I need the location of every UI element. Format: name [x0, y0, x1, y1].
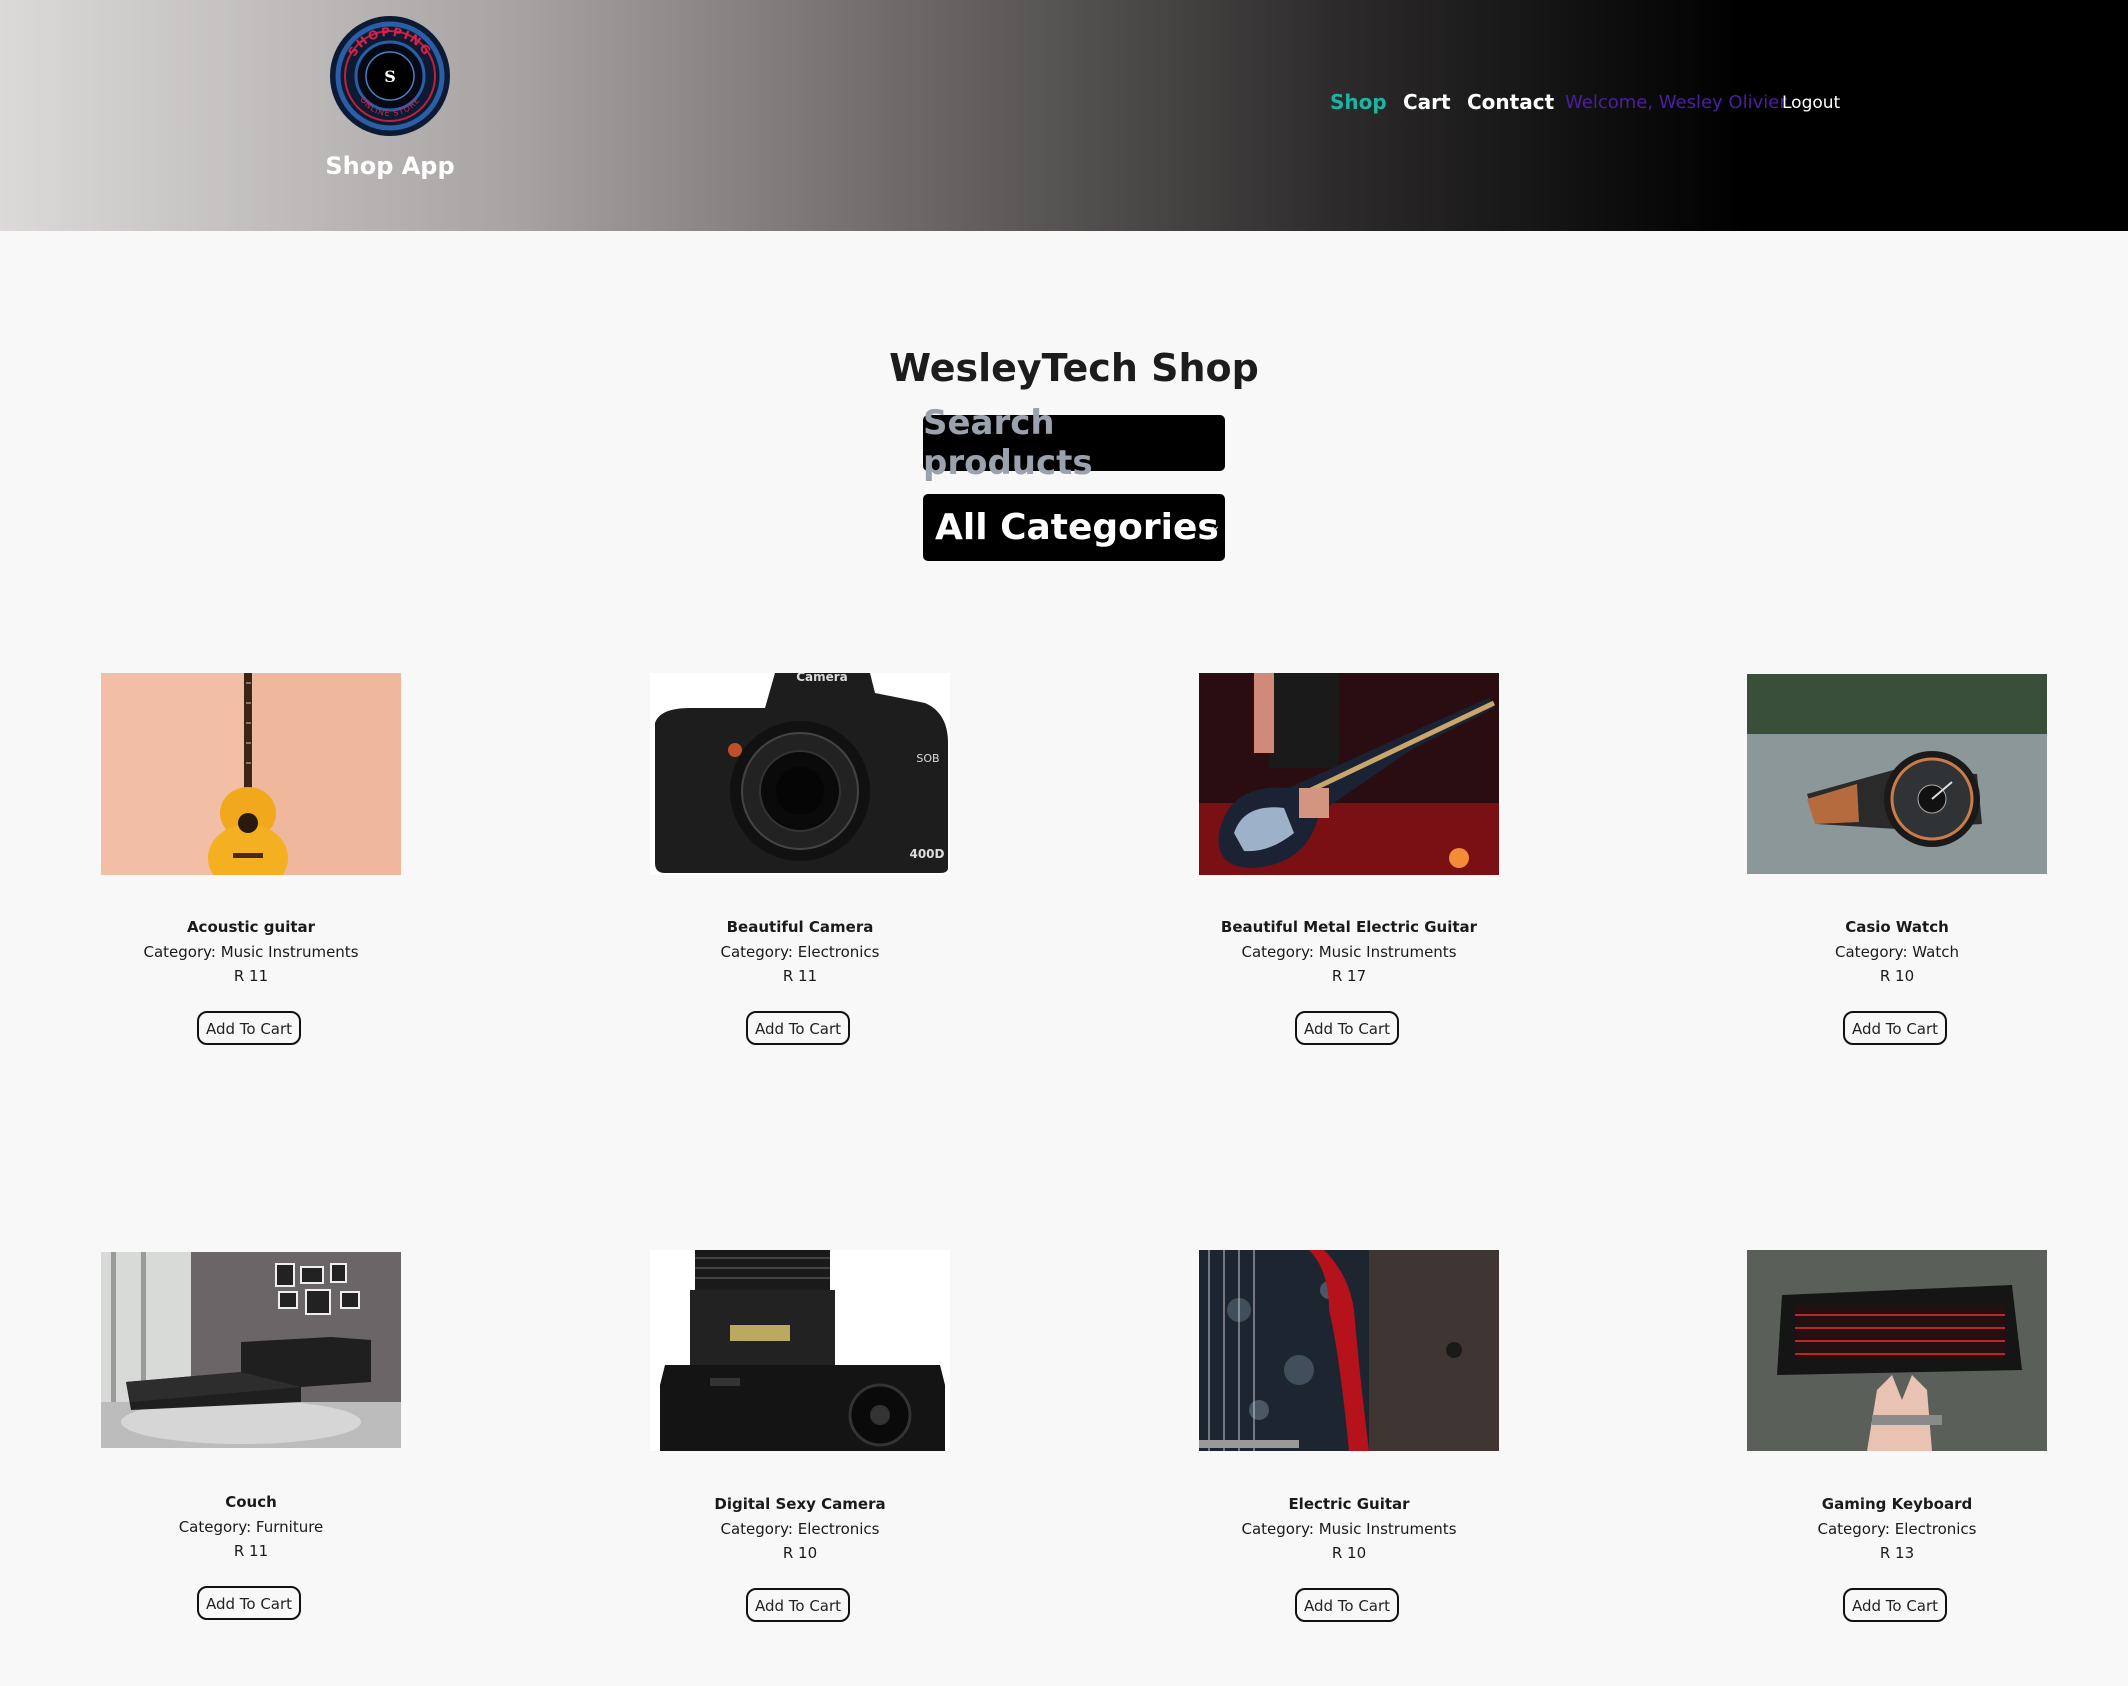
add-to-cart-button[interactable]: Add To Cart — [746, 1011, 850, 1045]
product-price: R 11 — [233, 967, 269, 985]
camera-lens-image[interactable] — [650, 1250, 950, 1451]
svg-text:Camera: Camera — [796, 673, 848, 684]
add-to-cart-button[interactable]: Add To Cart — [746, 1588, 850, 1622]
nav-contact-link[interactable]: Contact — [1467, 90, 1554, 114]
nav-cart-link[interactable]: Cart — [1403, 90, 1451, 114]
product-name: Gaming Keyboard — [1821, 1495, 1973, 1513]
product-name: Casio Watch — [1845, 918, 1949, 936]
product-category: Category: Electronics — [720, 943, 880, 961]
search-input[interactable]: Search products — [923, 403, 1225, 483]
product-category: Category: Watch — [1835, 943, 1959, 961]
add-to-cart-button[interactable]: Add To Cart — [1843, 1011, 1947, 1045]
product-price: R 10 — [1879, 967, 1915, 985]
acoustic-guitar-image[interactable] — [101, 673, 401, 875]
logout-link[interactable]: Logout — [1782, 93, 1840, 113]
couch-image[interactable] — [101, 1252, 401, 1448]
chevron-down-icon: ⌄ — [1209, 518, 1221, 534]
product-price: R 11 — [782, 967, 818, 985]
svg-text:S: S — [384, 67, 396, 86]
camera-image[interactable]: Camera SOB 400D — [650, 673, 950, 875]
product-category: Category: Electronics — [720, 1520, 880, 1538]
logo-icon: SHOPPING ONLINE STORE S — [330, 16, 450, 136]
welcome-user-text: Welcome, Wesley Olivier — [1565, 92, 1787, 113]
add-to-cart-button[interactable]: Add To Cart — [1295, 1588, 1399, 1622]
product-category: Category: Music Instruments — [143, 943, 359, 961]
product-price: R 17 — [1331, 967, 1367, 985]
category-select[interactable]: All Categories ⌄ — [923, 494, 1225, 561]
page-title: WesleyTech Shop — [889, 346, 1259, 390]
product-name: Beautiful Metal Electric Guitar — [1220, 918, 1478, 936]
guitar-closeup-image[interactable] — [1199, 1250, 1499, 1451]
category-select-value: All Categories — [935, 507, 1219, 548]
product-name: Electric Guitar — [1288, 1495, 1410, 1513]
keyboard-image[interactable] — [1747, 1250, 2047, 1451]
product-category: Category: Furniture — [178, 1518, 324, 1536]
nav-shop-link[interactable]: Shop — [1330, 90, 1387, 114]
shop-logo[interactable]: SHOPPING ONLINE STORE S — [328, 14, 452, 138]
brand-name: Shop App — [325, 152, 455, 180]
svg-text:SOB: SOB — [916, 752, 939, 765]
add-to-cart-button[interactable]: Add To Cart — [1843, 1588, 1947, 1622]
watch-image[interactable] — [1747, 674, 2047, 874]
product-category: Category: Music Instruments — [1241, 1520, 1457, 1538]
electric-guitar-player-image[interactable] — [1199, 673, 1499, 875]
product-name: Couch — [225, 1493, 277, 1511]
product-price: R 11 — [233, 1542, 269, 1560]
product-name: Acoustic guitar — [186, 918, 316, 936]
product-name: Beautiful Camera — [726, 918, 874, 936]
header-bar: SHOPPING ONLINE STORE S Shop App Shop Ca… — [0, 0, 2128, 231]
add-to-cart-button[interactable]: Add To Cart — [197, 1011, 301, 1045]
product-category: Category: Electronics — [1817, 1520, 1977, 1538]
add-to-cart-button[interactable]: Add To Cart — [197, 1586, 301, 1620]
svg-text:400D: 400D — [909, 847, 944, 861]
product-price: R 10 — [782, 1544, 818, 1562]
add-to-cart-button[interactable]: Add To Cart — [1295, 1011, 1399, 1045]
product-price: R 10 — [1331, 1544, 1367, 1562]
product-category: Category: Music Instruments — [1241, 943, 1457, 961]
product-price: R 13 — [1879, 1544, 1915, 1562]
product-name: Digital Sexy Camera — [714, 1495, 886, 1513]
